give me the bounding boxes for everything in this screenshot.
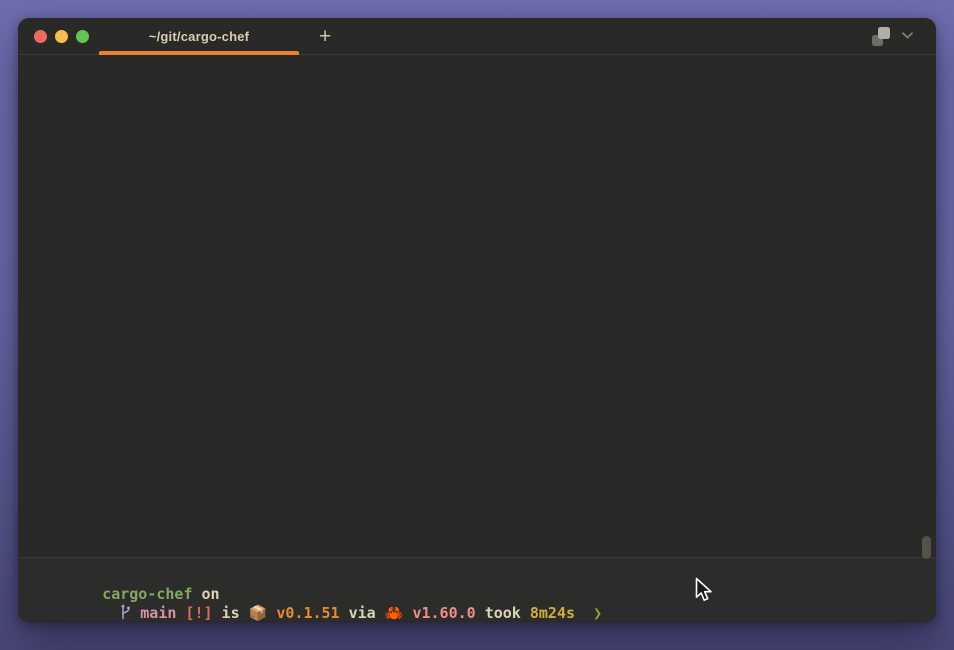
overlapping-squares-icon [872,27,894,46]
prompt-arrow: ❯ [575,604,602,622]
prompt-status-line: cargo-chef on main [!] is 📦 v0.1.51 via … [18,566,936,622]
scrollbar-thumb[interactable] [922,536,931,559]
tab-cargo-chef[interactable]: ~/git/cargo-chef [99,18,299,54]
zoom-button[interactable] [76,30,89,43]
tab-title: ~/git/cargo-chef [149,29,249,44]
via-word: via [340,604,385,622]
rust-version: v1.60.0 [403,604,475,622]
chevron-down-icon [901,27,914,45]
new-tab-button[interactable]: + [315,26,335,47]
directory-name: cargo-chef [102,585,192,603]
git-branch-icon [48,604,131,622]
git-status-flags: [!] [176,604,212,622]
command-duration: 8m24s [530,604,575,622]
theme-switcher-button[interactable] [872,27,914,46]
crab-icon: 🦀 [385,604,404,622]
git-branch-name: main [131,604,176,622]
terminal-viewport [18,55,936,557]
prompt-block: cargo-chef on main [!] is 📦 v0.1.51 via … [18,557,936,621]
is-word: is [213,604,249,622]
window-controls [18,30,89,43]
package-version: v0.1.51 [267,604,339,622]
tab-bar: ~/git/cargo-chef + [18,18,936,55]
terminal-window: ~/git/cargo-chef + cargo-chef on [18,18,936,622]
close-button[interactable] [34,30,47,43]
package-icon: 📦 [249,604,268,622]
on-word: on [193,585,229,603]
minimize-button[interactable] [55,30,68,43]
took-word: took [476,604,530,622]
